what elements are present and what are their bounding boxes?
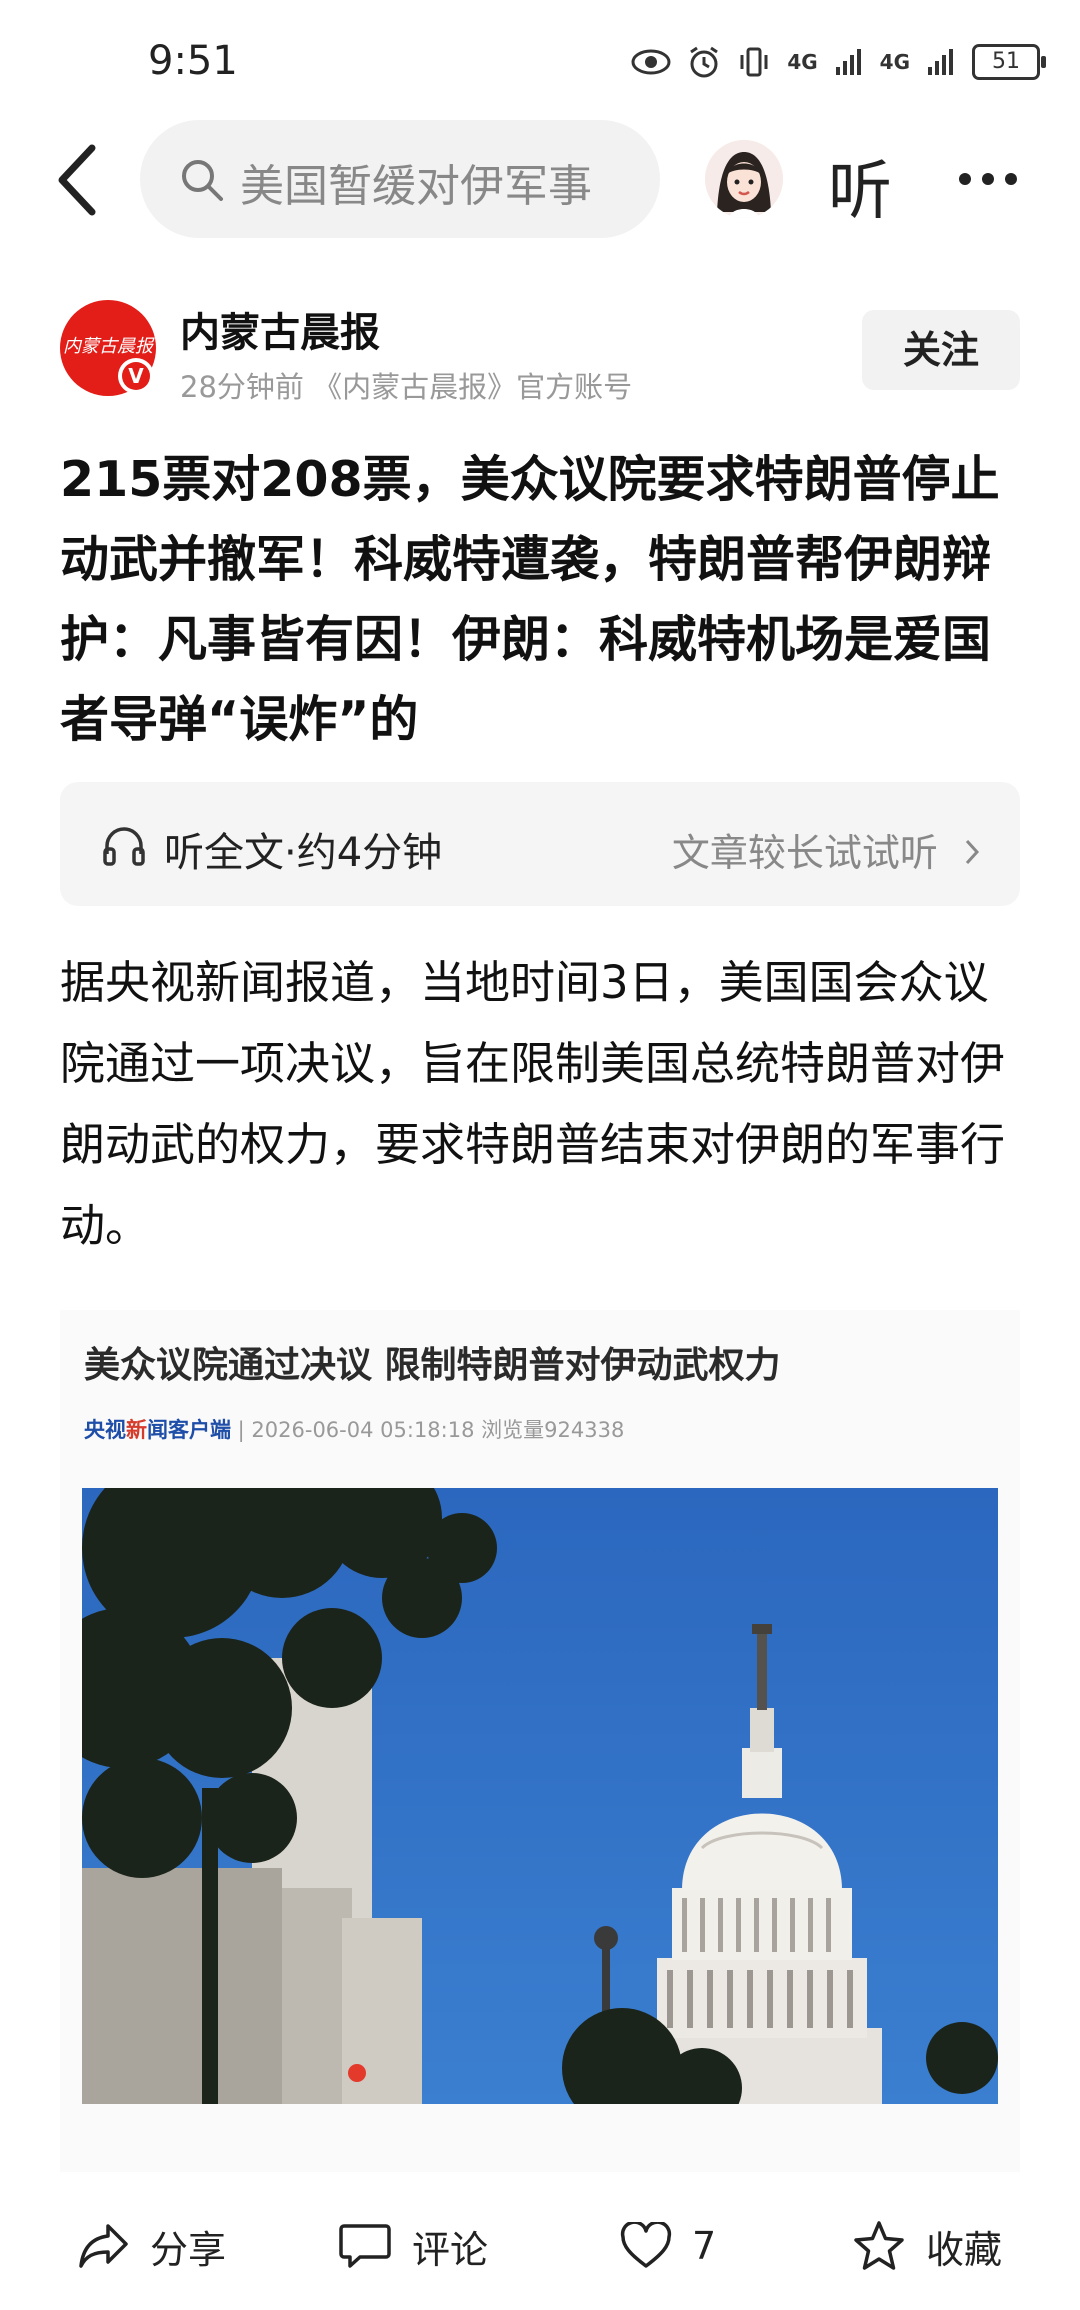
listen-hint: 文章较长试试听 (672, 822, 980, 877)
collect-button[interactable]: 收藏 (852, 2218, 1002, 2274)
verified-mark: V (122, 362, 150, 390)
heart-icon (620, 2222, 672, 2268)
like-count: 7 (692, 2224, 717, 2268)
search-bar[interactable]: 美国暂缓对伊军事 (140, 120, 660, 238)
comment-button[interactable]: 评论 (338, 2218, 488, 2274)
embed-source-c: 闻客户端 (147, 1418, 231, 1442)
alarm-icon (690, 46, 719, 78)
article-title: 215票对208票，美众议院要求特朗普停止动武并撤军！科威特遭袭，特朗普帮伊朗辩… (60, 451, 1000, 748)
embed-source-meta: | 2026-06-04 05:18:18 浏览量924338 (231, 1418, 625, 1442)
embed-title: 美众议院通过决议 限制特朗普对伊动武权力 (84, 1345, 781, 1386)
author-name[interactable]: 内蒙古晨报 (180, 300, 380, 358)
embed-caption-cutoff (60, 2118, 1020, 2172)
verified-badge: V (118, 358, 154, 394)
embed-source-b: 新 (126, 1418, 147, 1442)
signal-icon-2 (928, 49, 953, 75)
headphone-icon (103, 827, 145, 866)
vibrate-icon (740, 47, 768, 77)
follow-button[interactable]: 关注 (862, 310, 1020, 390)
embedded-article-image[interactable]: 美众议院通过决议 限制特朗普对伊动武权力 央视新闻客户端 | 2026-06-0… (60, 1310, 1020, 2172)
star-icon (854, 2221, 904, 2270)
comment-icon (339, 2224, 391, 2268)
share-label: 分享 (150, 2227, 227, 2272)
network-label-1: 4G (787, 50, 818, 74)
more-options-icon[interactable] (958, 172, 1018, 186)
author-logo-text: 内蒙古晨报 (63, 336, 153, 357)
listen-hint-text: 文章较长试试听 (671, 831, 938, 875)
eye-icon (631, 49, 671, 75)
article-body-paragraph: 据央视新闻报道，当地时间3日，美国国会众议院通过一项决议，旨在限制美国总统特朗普… (60, 956, 1006, 1252)
share-icon (79, 2224, 128, 2268)
battery-icon: 51 (972, 44, 1046, 80)
collect-label: 收藏 (926, 2227, 1003, 2272)
share-button[interactable]: 分享 (78, 2218, 226, 2274)
listen-full-label: 听全文·约4分钟 (164, 830, 443, 876)
network-label-2: 4G (879, 50, 910, 74)
capitol-photo-illustration (82, 1488, 998, 2104)
assistant-avatar[interactable] (705, 140, 783, 218)
avatar-face-icon (705, 140, 783, 218)
status-time: 9:51 (148, 38, 238, 84)
status-icons: 4G 4G 51 (631, 40, 1046, 84)
search-icon (182, 160, 223, 201)
author-meta: 28分钟前 《内蒙古晨报》官方账号 (180, 370, 633, 404)
listen-full-article-bar[interactable]: 听全文·约4分钟 文章较长试试听 (60, 782, 1020, 906)
comment-label: 评论 (412, 2227, 489, 2272)
chevron-right-icon (964, 831, 980, 875)
like-button[interactable]: 7 (620, 2218, 716, 2274)
embed-source-a: 央视 (84, 1418, 126, 1442)
search-query[interactable]: 美国暂缓对伊军事 (240, 150, 640, 214)
signal-icon (835, 49, 861, 75)
listen-button[interactable]: 听 (828, 140, 892, 232)
bottom-action-bar: 分享 评论 7 收藏 (0, 2178, 1080, 2310)
back-arrow-icon[interactable] (52, 140, 102, 220)
embed-source-line: 央视新闻客户端 | 2026-06-04 05:18:18 浏览量924338 (84, 1414, 624, 1444)
capitol-dome-photo (82, 1488, 998, 2104)
